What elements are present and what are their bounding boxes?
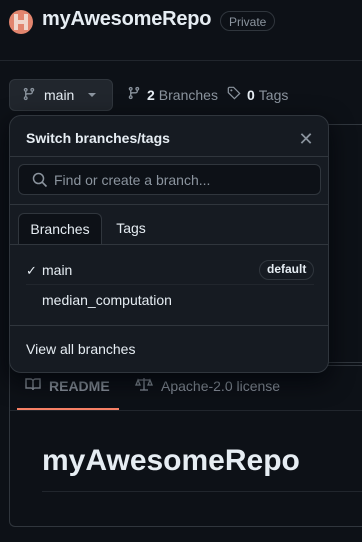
branches-count: 2 <box>147 86 155 103</box>
visibility-badge: Private <box>220 11 276 31</box>
branch-item-median-computation[interactable]: median_computation <box>42 292 172 308</box>
readme-tabs-divider <box>10 410 362 411</box>
law-icon <box>135 377 153 394</box>
readme-heading-rule <box>42 491 362 492</box>
tags-count: 0 <box>247 86 255 103</box>
branch-item-main[interactable]: ✓ main default <box>26 260 315 282</box>
check-icon: ✓ <box>26 263 37 278</box>
popup-title: Switch branches/tags <box>26 130 170 146</box>
branches-label: Branches <box>158 86 218 103</box>
branches-link[interactable]: 2 Branches <box>127 86 218 103</box>
readme-tab[interactable]: README <box>25 377 110 394</box>
popup-divider <box>10 325 328 326</box>
tags-link[interactable]: 0 Tags <box>227 86 288 103</box>
popup-divider <box>10 204 328 205</box>
branch-search-input[interactable] <box>54 165 304 194</box>
readme-tab-label: README <box>49 377 110 394</box>
popup-divider <box>10 156 328 157</box>
chevron-down-icon <box>88 93 97 97</box>
header-divider <box>0 60 362 61</box>
search-icon <box>32 172 48 193</box>
license-tab[interactable]: Apache-2.0 license <box>135 377 280 394</box>
list-divider <box>26 284 314 285</box>
view-all-branches-link[interactable]: View all branches <box>26 341 135 357</box>
default-badge: default <box>259 260 315 280</box>
tab-branches[interactable]: Branches <box>18 213 102 245</box>
branch-name: main <box>42 262 73 278</box>
tabs-divider <box>10 244 328 245</box>
git-branch-icon <box>127 86 141 103</box>
close-icon[interactable]: ✕ <box>296 129 316 149</box>
git-branch-icon <box>22 87 36 104</box>
current-branch-label: main <box>44 87 75 103</box>
tags-label: Tags <box>258 86 289 103</box>
tag-icon <box>227 86 241 103</box>
license-tab-label: Apache-2.0 license <box>161 377 281 394</box>
repo-name[interactable]: myAwesomeRepo <box>42 8 212 31</box>
readme-heading: myAwesomeRepo <box>42 444 300 477</box>
tab-tags[interactable]: Tags <box>102 213 160 245</box>
branch-search <box>18 164 321 195</box>
book-icon <box>25 377 41 394</box>
branch-select-button[interactable]: main <box>9 79 113 111</box>
branch-switcher-popup: Switch branches/tags ✕ Branches Tags ✓ m… <box>9 115 329 373</box>
repo-avatar <box>9 10 33 34</box>
